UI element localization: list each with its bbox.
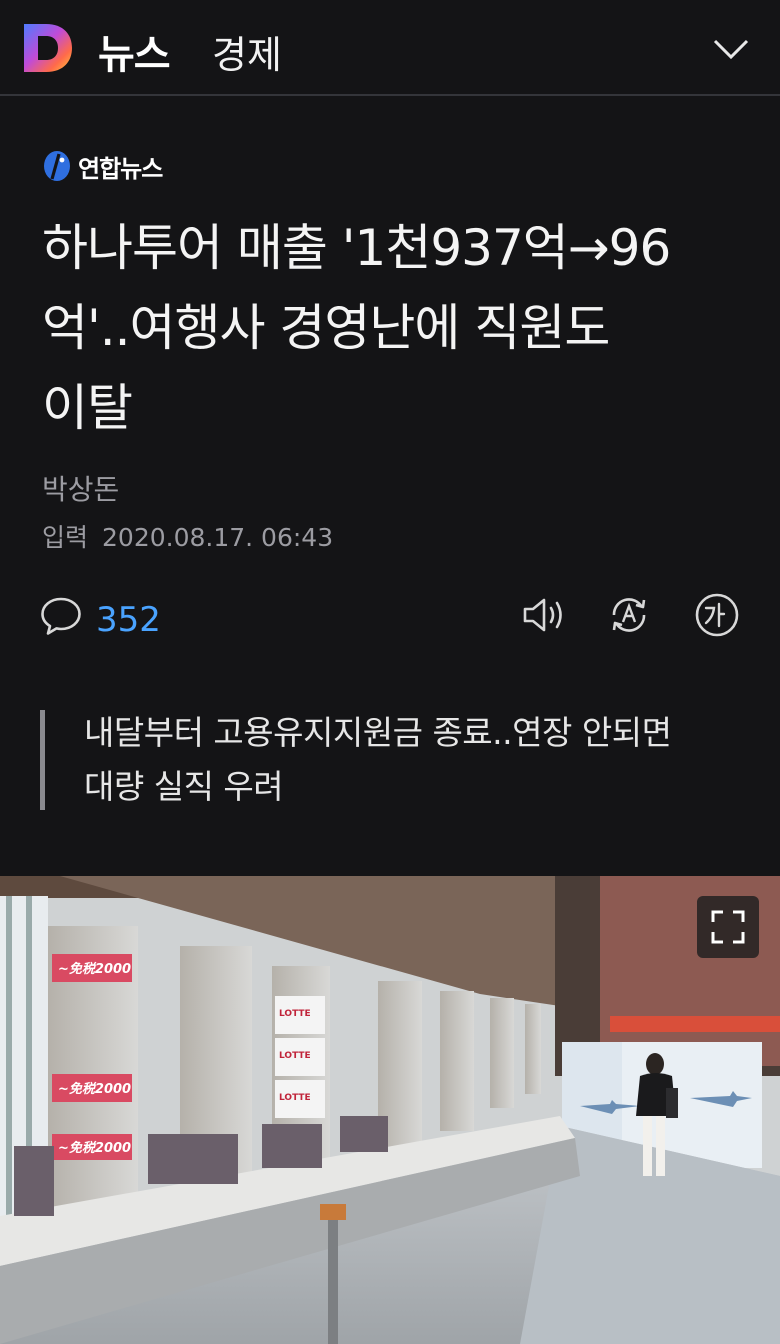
font-size-icon[interactable] [694, 592, 740, 638]
daum-d-logo[interactable] [22, 22, 74, 74]
speaker-icon[interactable] [520, 592, 566, 638]
lotte-sign: LOTTE [279, 1009, 311, 1019]
fullscreen-icon [711, 910, 745, 944]
fullscreen-button[interactable] [697, 896, 759, 958]
article-author: 박상돈 [42, 473, 120, 506]
top-navigation-bar: 뉴스 경제 [0, 0, 780, 96]
article-photo[interactable]: ~免税2000 ~免税2000 ~免税2000 LOTTE LOTTE LOTT… [0, 876, 780, 1344]
comment-count: 352 [96, 600, 161, 640]
translate-icon[interactable] [606, 592, 652, 638]
lotte-sign: LOTTE [279, 1093, 311, 1103]
article-summary: 내달부터 고용유지지원금 종료..연장 안되면 대량 실직 우려 [84, 706, 744, 814]
duty-free-sign: ~免税2000 [58, 1081, 131, 1097]
article-date: 입력 2020.08.17. 06:43 [42, 518, 333, 554]
article-headline: 하나투어 매출 '1천937억→96 억'..여행사 경영난에 직원도 이탈 [42, 208, 742, 448]
duty-free-sign: ~免税2000 [58, 961, 131, 977]
news-service-label[interactable]: 뉴스 [98, 22, 171, 80]
lotte-sign: LOTTE [279, 1051, 311, 1061]
date-label: 입력 [42, 523, 89, 552]
press-source[interactable]: 연합뉴스 [42, 148, 163, 184]
summary-line: 대량 실직 우려 [84, 767, 284, 806]
chevron-down-icon[interactable] [712, 38, 750, 60]
speech-bubble-icon [41, 597, 81, 635]
comments-button[interactable]: 352 [40, 592, 161, 640]
headline-line: 억'..여행사 경영난에 직원도 [42, 299, 610, 357]
yonhap-logo-icon [44, 151, 70, 181]
headline-line: 이탈 [42, 379, 133, 437]
summary-line: 내달부터 고용유지지원금 종료..연장 안되면 [84, 713, 672, 752]
date-value: 2020.08.17. 06:43 [102, 523, 334, 552]
headline-line: 하나투어 매출 '1천937억→96 [42, 219, 671, 277]
section-label[interactable]: 경제 [212, 24, 282, 79]
quote-bar [40, 710, 45, 810]
duty-free-sign: ~免税2000 [58, 1140, 131, 1156]
press-source-name: 연합뉴스 [78, 154, 163, 183]
